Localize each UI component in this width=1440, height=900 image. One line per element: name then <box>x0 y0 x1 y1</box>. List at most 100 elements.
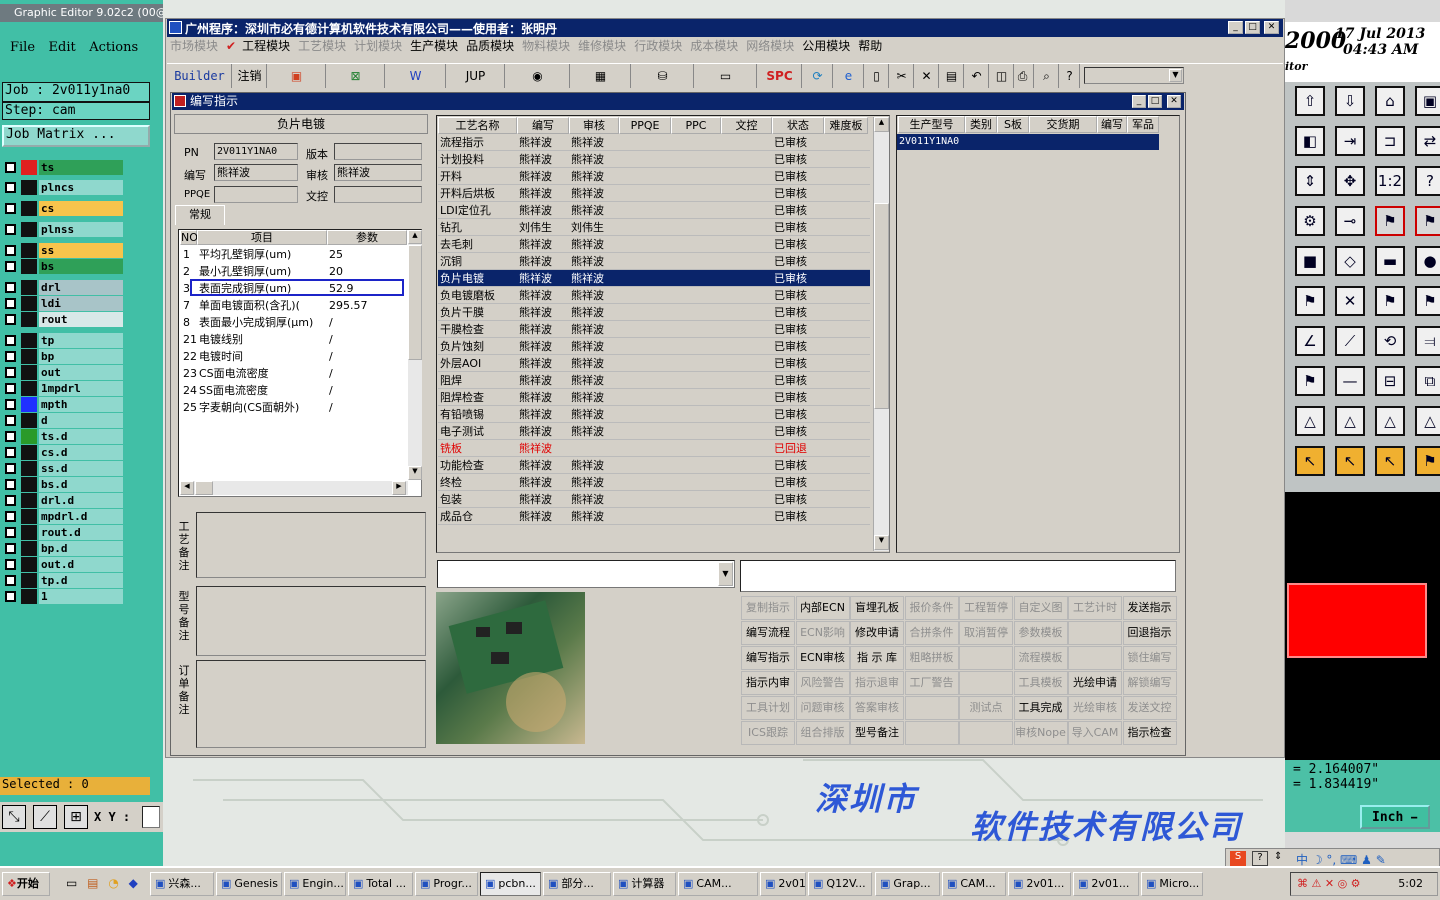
node2-icon[interactable]: ⚑ <box>1415 286 1440 316</box>
node-icon[interactable]: ⚑ <box>1375 286 1405 316</box>
layer-checkbox[interactable] <box>5 543 16 554</box>
product-header[interactable]: 交货期 <box>1029 116 1097 133</box>
process-row[interactable]: 负片电镀 熊祥波 熊祥波 已审核 <box>438 270 870 287</box>
tray-icons[interactable]: ⌘ ⚠ ✕ ◎ ⚙ <box>1297 873 1361 895</box>
menu-item[interactable]: 网络模块 <box>746 37 794 55</box>
layer-checkbox[interactable] <box>5 367 16 378</box>
layer-checkbox[interactable] <box>5 203 16 214</box>
param-row[interactable]: 8 表面最小完成铜厚(μm) / <box>181 314 409 331</box>
taskbar-item[interactable]: ▣ Q12V... <box>808 872 872 896</box>
taskbar-item[interactable]: ▣ pcbn... <box>480 872 541 896</box>
layer-checkbox[interactable] <box>5 261 16 272</box>
measure-icon[interactable]: ⊟ <box>1375 366 1405 396</box>
jup-button[interactable]: JUP <box>447 64 505 88</box>
layer-checkbox[interactable] <box>5 447 16 458</box>
fill-icon[interactable]: ■ <box>1295 246 1325 276</box>
process-row[interactable]: 成品仓 熊祥波 熊祥波 已审核 <box>438 508 870 525</box>
menu-item[interactable]: 维修模块 <box>578 37 626 55</box>
select2-icon[interactable]: ↖ <box>1335 446 1365 476</box>
menu-item[interactable]: 帮助 <box>858 37 882 55</box>
app-maximize-button[interactable]: □ <box>1245 21 1260 34</box>
order-memo-field[interactable] <box>196 660 426 748</box>
ime-arrows-icon[interactable]: ⇕ <box>1274 851 1282 862</box>
process-row[interactable]: 计划投料 熊祥波 熊祥波 已审核 <box>438 151 870 168</box>
layer-row[interactable]: out <box>3 365 123 380</box>
layer-checkbox[interactable] <box>5 298 16 309</box>
layer-row[interactable]: rout <box>3 312 123 327</box>
process-row[interactable]: LDI定位孔 熊祥波 熊祥波 已审核 <box>438 202 870 219</box>
product-header[interactable]: 生产型号 <box>898 116 965 133</box>
process-row[interactable]: 负电镀磨板 熊祥波 熊祥波 已审核 <box>438 287 870 304</box>
pan-icon[interactable]: ✥ <box>1335 166 1365 196</box>
right-icon[interactable]: ⇥ <box>1335 126 1365 156</box>
layer-row[interactable]: drl.d <box>3 493 123 508</box>
layer-row[interactable]: plncs <box>3 180 123 195</box>
layer-checkbox[interactable] <box>5 479 16 490</box>
route2-icon[interactable]: ⚑ <box>1415 206 1440 236</box>
process-row[interactable]: 有铅喷锡 熊祥波 熊祥波 已审核 <box>438 406 870 423</box>
menu-actions[interactable]: Actions <box>89 40 138 55</box>
folder-icon[interactable]: ▤ <box>87 876 98 890</box>
taskbar-item[interactable]: ▣2v01... <box>1073 872 1139 896</box>
action-button[interactable]: 型号备注 <box>850 721 904 745</box>
unit-toggle-button[interactable]: Inch ━ <box>1360 805 1430 829</box>
taskbar-item[interactable]: ▣2v01... <box>760 872 806 896</box>
zoom-ratio-icon[interactable]: 1:2 <box>1375 166 1405 196</box>
select4-icon[interactable]: ⚑ <box>1415 446 1440 476</box>
proc-header[interactable]: 文控 <box>721 117 772 134</box>
action-button[interactable]: 指示检查 <box>1122 721 1177 745</box>
arc-icon[interactable]: ⟲ <box>1375 326 1405 356</box>
proc-header[interactable]: 难度板 <box>824 117 868 134</box>
instruction-text-field[interactable] <box>740 560 1176 592</box>
process-row[interactable]: 终检 熊祥波 熊祥波 已审核 <box>438 474 870 491</box>
view-icon[interactable]: ◉ <box>506 64 570 88</box>
logout-button[interactable]: 注销 <box>233 64 267 88</box>
move-down-icon[interactable]: ⇩ <box>1335 86 1365 116</box>
help-icon[interactable]: ? <box>1415 166 1440 196</box>
process-row[interactable]: 外层AOI 熊祥波 熊祥波 已审核 <box>438 355 870 372</box>
taskbar-item[interactable]: ▣ CAM... <box>678 872 758 896</box>
bracket-icon[interactable]: ⊐ <box>1375 126 1405 156</box>
layer-checkbox[interactable] <box>5 527 16 538</box>
menu-item[interactable]: 市场模块 <box>170 37 218 55</box>
author-field[interactable]: 熊祥波 <box>214 164 298 181</box>
menu-item[interactable]: 计划模块 <box>354 37 402 55</box>
layer-checkbox[interactable] <box>5 463 16 474</box>
process-row[interactable]: 电子测试 熊祥波 熊祥波 已审核 <box>438 423 870 440</box>
ppqe-field[interactable] <box>214 186 298 203</box>
proc-header[interactable]: 编写 <box>517 117 569 134</box>
spc-button[interactable]: SPC <box>758 64 802 88</box>
select-icon[interactable]: ↖ <box>1295 446 1325 476</box>
sogou-icon[interactable]: S <box>1230 851 1246 866</box>
layer-checkbox[interactable] <box>5 591 16 602</box>
proc-header[interactable]: PPQE <box>619 117 671 134</box>
menu-edit[interactable]: Edit <box>49 40 76 55</box>
layer-checkbox[interactable] <box>5 182 16 193</box>
menu-item[interactable]: 品质模块 <box>466 37 514 55</box>
layer-checkbox[interactable] <box>5 415 16 426</box>
layer-row[interactable]: bs <box>3 259 123 274</box>
layer-row[interactable]: mpth <box>3 397 123 412</box>
word-icon[interactable]: W <box>386 64 446 88</box>
menu-item[interactable]: 行政模块 <box>634 37 682 55</box>
app-close-button[interactable]: ✕ <box>1264 21 1279 34</box>
layer-row[interactable]: cs.d <box>3 445 123 460</box>
action-button[interactable]: 修改申请 <box>850 621 904 645</box>
process-combobox[interactable]: ▼ <box>437 560 735 588</box>
layer-checkbox[interactable] <box>5 495 16 506</box>
layer-row[interactable]: ss.d <box>3 461 123 476</box>
scroll-thumb[interactable] <box>874 203 889 409</box>
scroll-down-icon[interactable]: ▼ <box>408 466 422 480</box>
layer-row[interactable]: ts <box>3 160 123 175</box>
menu-item[interactable]: 工艺模块 <box>298 37 346 55</box>
process-row[interactable]: 包装 熊祥波 熊祥波 已审核 <box>438 491 870 508</box>
taskbar-item[interactable]: ▣ Micro... <box>1141 872 1203 896</box>
network-icon[interactable]: ⛁ <box>632 64 694 88</box>
param-row[interactable]: 24 SS面电流密度 / <box>181 382 409 399</box>
process-row[interactable]: 负片蚀刻 熊祥波 熊祥波 已审核 <box>438 338 870 355</box>
param-row[interactable]: 1 平均孔壁铜厚(um) 25 <box>181 246 409 263</box>
pad-icon[interactable]: ● <box>1415 246 1440 276</box>
action-button[interactable]: ECN审核 <box>795 646 850 670</box>
cut-icon[interactable]: ✂ <box>890 64 914 88</box>
taskbar-item[interactable]: ▣ Genesis <box>216 872 282 896</box>
